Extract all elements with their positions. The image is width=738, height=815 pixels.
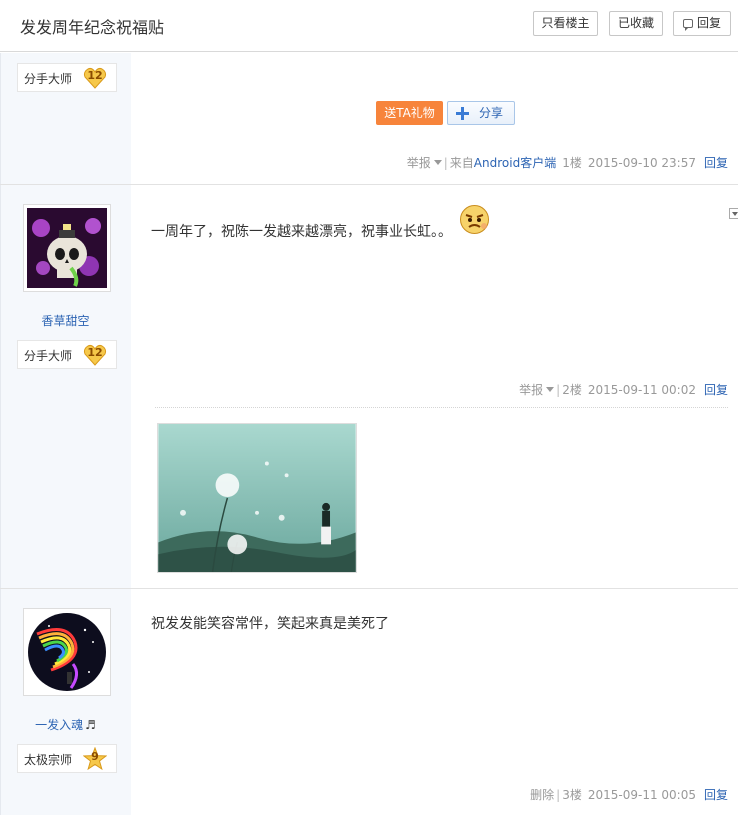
rainbow-avatar-image xyxy=(27,612,107,692)
plus-icon xyxy=(456,107,469,120)
floor-number: 1楼 xyxy=(562,156,582,170)
dandelion-girl-image[interactable] xyxy=(157,423,357,573)
share-label: 分享 xyxy=(479,106,504,120)
level-badge[interactable]: 太极宗师 9 xyxy=(17,744,117,773)
post-meta: 举报 | 来自Android客户端 1楼 2015-09-10 23:57 回复 xyxy=(407,154,728,171)
comment-icon xyxy=(682,19,693,31)
dotted-separator xyxy=(155,407,728,408)
only-op-button[interactable]: 只看楼主 xyxy=(533,11,598,36)
username[interactable]: 香草甜空 xyxy=(0,312,131,329)
chevron-down-icon xyxy=(546,387,555,392)
separator: | xyxy=(443,156,448,170)
report-label: 举报 xyxy=(519,383,544,397)
level-name: 太极宗师 xyxy=(24,753,73,767)
reply-link[interactable]: 回复 xyxy=(704,156,728,170)
music-note-icon: ♬ xyxy=(85,718,96,732)
report-link[interactable]: 举报 xyxy=(407,156,442,170)
post-content: 祝发发能笑容常伴，笑起来真是美死了 xyxy=(151,616,389,632)
report-link[interactable]: 举报 xyxy=(519,383,555,397)
girl-silhouette xyxy=(322,502,331,529)
reply-link[interactable]: 回复 xyxy=(704,383,728,397)
level-name: 分手大师 xyxy=(24,349,73,363)
floor-number: 2楼 xyxy=(562,383,582,397)
report-label: 举报 xyxy=(406,156,431,170)
separator: | xyxy=(556,788,561,802)
chevron-down-icon xyxy=(433,160,442,165)
send-gift-button[interactable]: 送TA礼物 xyxy=(376,101,443,125)
level-badge[interactable]: 分手大师 12 xyxy=(17,63,117,92)
username[interactable]: 一发入魂 ♬ xyxy=(0,716,131,733)
level-number: 12 xyxy=(87,69,103,82)
post-time: 2015-09-11 00:02 xyxy=(587,383,696,397)
post-divider xyxy=(0,588,738,589)
post-content: 一周年了，祝陈一发越来越漂亮，祝事业长虹。。 xyxy=(151,224,452,240)
post-options-menu-icon[interactable] xyxy=(729,208,738,219)
client-link[interactable]: Android客户端 xyxy=(474,156,556,170)
username-label: 一发入魂 xyxy=(35,718,84,732)
angry-face-emoji-icon xyxy=(460,205,489,234)
post-meta: 举报 | 2楼 2015-09-11 00:02 回复 xyxy=(519,381,728,398)
thread-header: 发发周年纪念祝福贴 只看楼主 已收藏 回复 xyxy=(0,0,738,52)
level-number: 9 xyxy=(91,750,99,763)
delete-link[interactable]: 删除 xyxy=(530,788,554,802)
avatar[interactable] xyxy=(23,204,111,292)
level-number: 12 xyxy=(87,346,103,359)
post-time: 2015-09-11 00:05 xyxy=(587,788,696,802)
thread-title: 发发周年纪念祝福贴 xyxy=(20,18,165,37)
post-divider xyxy=(0,184,738,185)
share-button[interactable]: 分享 xyxy=(447,101,515,125)
reply-link[interactable]: 回复 xyxy=(704,788,728,802)
reply-button[interactable]: 回复 xyxy=(673,11,731,36)
floor-number: 3楼 xyxy=(562,788,582,802)
skull-avatar-image xyxy=(27,208,107,288)
level-name: 分手大师 xyxy=(24,72,73,86)
level-badge[interactable]: 分手大师 12 xyxy=(17,340,117,369)
separator: | xyxy=(556,383,561,397)
post-meta: 删除 | 3楼 2015-09-11 00:05 回复 xyxy=(530,786,728,803)
post-time: 2015-09-10 23:57 xyxy=(587,156,696,170)
favorited-button[interactable]: 已收藏 xyxy=(609,11,663,36)
avatar[interactable] xyxy=(23,608,111,696)
author-sidebar xyxy=(0,53,131,815)
from-prefix: 来自 xyxy=(449,156,474,170)
reply-button-label: 回复 xyxy=(696,16,721,30)
